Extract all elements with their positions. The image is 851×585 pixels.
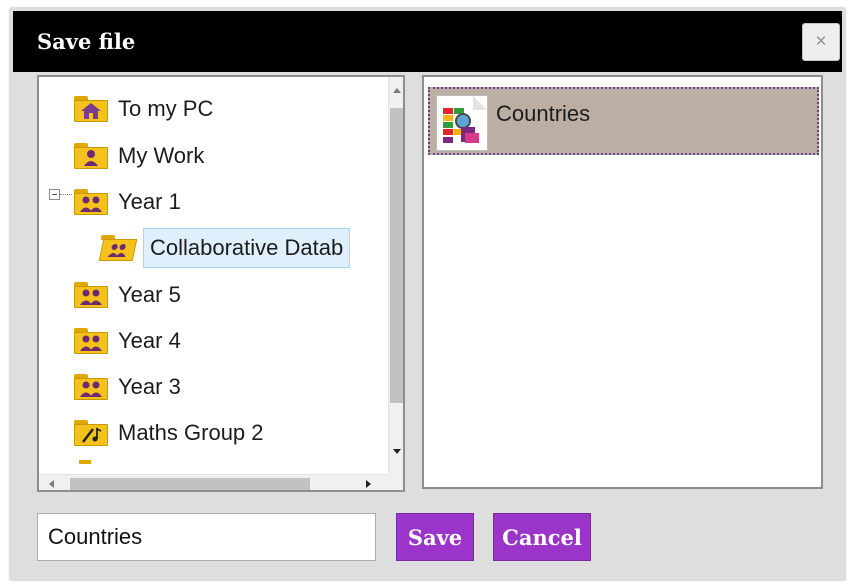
tree-item-my-work[interactable]: My Work	[74, 137, 204, 175]
tree-item-year-3[interactable]: Year 3	[74, 368, 181, 406]
tree-item-label: Collaborative Datab	[143, 228, 351, 268]
group-folder-icon	[74, 189, 108, 215]
tree-item-label: Year 4	[118, 328, 181, 353]
file-list-panel: Countries	[422, 75, 823, 489]
scroll-up-arrow-icon[interactable]	[393, 88, 401, 93]
tree-item-label: Year 1	[118, 189, 181, 214]
tree-connector	[60, 194, 72, 195]
tree-item-collaborative-database[interactable]: Collaborative Datab	[98, 228, 351, 268]
save-file-dialog: Save file × To my PC My Work Year 1 Coll…	[10, 8, 845, 580]
file-item-countries[interactable]: Countries	[428, 87, 819, 155]
group-folder-icon	[74, 328, 108, 354]
tree-horizontal-scrollbar[interactable]	[39, 474, 388, 490]
vertical-scroll-thumb[interactable]	[390, 108, 403, 403]
group-folder-icon	[74, 282, 108, 308]
tree-item-label: To my PC	[118, 96, 214, 121]
file-name-label: Countries	[496, 101, 591, 126]
scroll-left-arrow-icon[interactable]	[49, 480, 54, 488]
tree-item-label: My Work	[118, 143, 205, 168]
tree-item-to-my-pc[interactable]: To my PC	[74, 90, 213, 128]
tree-item-year-5[interactable]: Year 5	[74, 276, 181, 314]
tree-item-label: Maths Group 2	[118, 420, 264, 445]
scroll-down-arrow-icon[interactable]	[393, 449, 401, 454]
music-folder-icon	[74, 420, 108, 446]
tree-expander-year-1[interactable]	[49, 189, 60, 200]
tree-vertical-scrollbar[interactable]	[388, 77, 403, 474]
home-folder-icon	[74, 96, 108, 122]
tree-item-year-4[interactable]: Year 4	[74, 322, 181, 360]
save-button[interactable]: Save	[396, 513, 474, 561]
tree-item-year-1[interactable]: Year 1	[74, 183, 181, 221]
filename-input[interactable]	[37, 513, 376, 561]
folder-tree: To my PC My Work Year 1 Collaborative Da…	[37, 75, 405, 492]
group-folder-icon	[74, 374, 108, 400]
cancel-button[interactable]: Cancel	[493, 513, 591, 561]
partial-folder-icon	[79, 460, 91, 464]
scrollbar-corner	[388, 474, 403, 490]
horizontal-scroll-thumb[interactable]	[70, 478, 310, 490]
close-icon: ×	[815, 31, 827, 52]
tree-item-label: Year 3	[118, 374, 181, 399]
tree-item-label: Year 5	[118, 282, 181, 307]
title-bar: Save file ×	[13, 11, 842, 72]
tree-item-maths-group-2[interactable]: Maths Group 2	[74, 414, 264, 452]
shared-folder-icon	[98, 235, 138, 261]
close-button[interactable]: ×	[802, 23, 840, 61]
dialog-title: Save file	[37, 29, 136, 54]
user-folder-icon	[74, 143, 108, 169]
scroll-right-arrow-icon[interactable]	[366, 480, 371, 488]
database-file-icon	[436, 95, 488, 151]
